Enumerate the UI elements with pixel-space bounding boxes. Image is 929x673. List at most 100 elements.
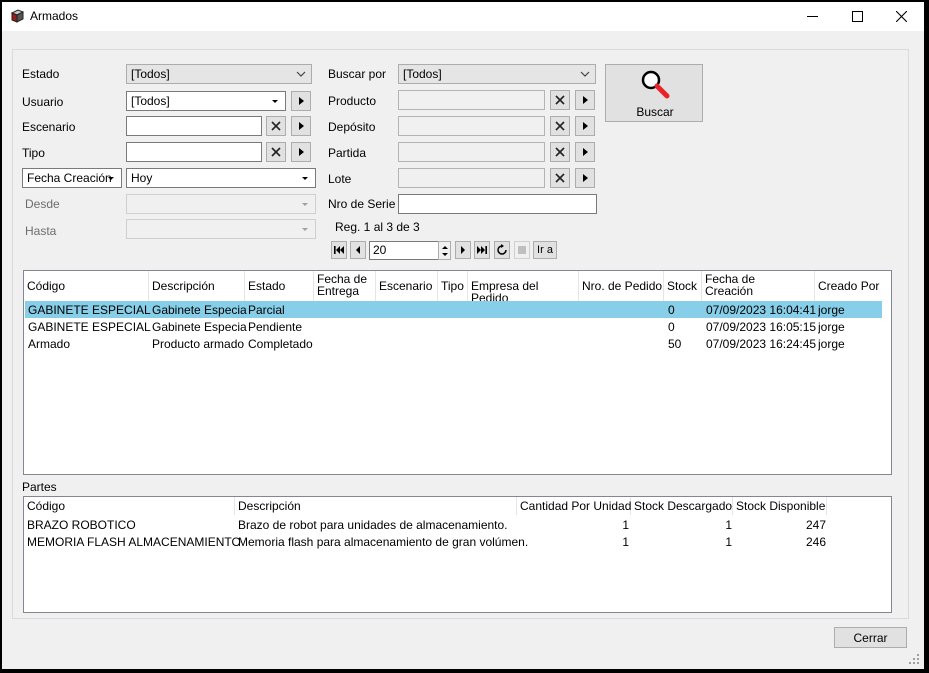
magnifier-icon — [641, 70, 670, 99]
nro-serie-input[interactable] — [398, 194, 597, 214]
cerrar-button[interactable]: Cerrar — [834, 627, 907, 648]
tipo-select-button[interactable] — [291, 142, 311, 162]
close-window-button[interactable] — [879, 2, 924, 31]
go-to-page-button[interactable]: Ir a — [533, 241, 557, 259]
clear-icon — [555, 147, 565, 157]
previous-icon — [356, 246, 360, 254]
list-item[interactable]: MEMORIA FLASH ALMACENAMIENTO Memoria fla… — [25, 533, 882, 550]
page-size-spinner[interactable] — [438, 241, 451, 260]
deposito-clear-button[interactable] — [550, 116, 570, 136]
partida-select-button[interactable] — [575, 142, 595, 162]
table-row[interactable]: GABINETE ESPECIAL Gabinete Especial Pend… — [25, 318, 882, 335]
armados-grid[interactable]: Código Descripción Estado Fecha de Entre… — [23, 270, 892, 475]
date-field-value: Fecha Creación — [27, 171, 112, 185]
lote-clear-button[interactable] — [550, 168, 570, 188]
dropdown-arrow-icon — [108, 177, 114, 180]
tipo-input[interactable] — [126, 142, 262, 162]
part-cantidad: 1 — [622, 518, 629, 532]
producto-input[interactable] — [398, 90, 545, 110]
buscar-por-select[interactable]: [Todos] — [398, 64, 596, 84]
escenario-input[interactable] — [126, 116, 262, 136]
resize-grip-icon[interactable] — [908, 653, 920, 665]
clear-icon — [555, 121, 565, 131]
estado-select[interactable]: [Todos] — [126, 64, 312, 84]
list-item[interactable]: BRAZO ROBOTICO Brazo de robot para unida… — [25, 516, 882, 533]
col-header-creado-por[interactable]: Creado Por — [815, 271, 891, 301]
producto-label: Producto — [328, 94, 377, 108]
cell-codigo: Armado — [28, 337, 71, 351]
window-title: Armados — [30, 9, 79, 23]
usuario-value: [Todos] — [131, 94, 170, 108]
cell-codigo: GABINETE ESPECIAL — [28, 303, 151, 317]
buscar-por-value: [Todos] — [403, 67, 442, 81]
partida-input[interactable] — [398, 142, 545, 162]
cell-descripcion: Producto armado — [152, 337, 245, 351]
usuario-select[interactable]: [Todos] — [126, 91, 286, 111]
date-range-value: Hoy — [131, 171, 153, 185]
deposito-select-button[interactable] — [575, 116, 595, 136]
buscar-por-label: Buscar por — [328, 67, 387, 81]
parts-col-header-descripcion[interactable]: Descripción — [235, 497, 517, 515]
col-header-nro-pedido[interactable]: Nro. de Pedido — [579, 271, 664, 301]
parts-col-header-cantidad[interactable]: Cantidad Por Unidad — [517, 497, 631, 515]
usuario-select-button[interactable] — [291, 91, 311, 111]
first-page-button[interactable] — [331, 241, 347, 259]
pager-status: Reg. 1 al 3 de 3 — [335, 220, 420, 234]
part-descripcion: Brazo de robot para unidades de almacena… — [238, 518, 508, 532]
dropdown-arrow-icon — [302, 203, 308, 206]
col-header-stock[interactable]: Stock — [664, 271, 702, 301]
minimize-button[interactable] — [790, 2, 835, 31]
title-bar[interactable]: Armados — [2, 2, 924, 31]
lote-input[interactable] — [398, 168, 545, 188]
col-header-codigo[interactable]: Código — [24, 271, 149, 301]
arrow-right-icon — [299, 97, 304, 105]
refresh-icon — [497, 244, 507, 255]
refresh-button[interactable] — [494, 241, 510, 259]
producto-clear-button[interactable] — [550, 90, 570, 110]
maximize-button[interactable] — [835, 2, 880, 31]
chevron-down-icon — [296, 71, 306, 77]
table-row[interactable]: Armado Producto armado Completado 50 07/… — [25, 335, 882, 352]
dropdown-arrow-icon — [272, 100, 278, 103]
col-header-escenario[interactable]: Escenario — [376, 271, 438, 301]
page-size-input[interactable]: 20 — [369, 241, 439, 260]
last-page-button[interactable] — [474, 241, 490, 259]
desde-date-picker[interactable] — [126, 194, 316, 214]
date-range-select[interactable]: Hoy — [126, 168, 316, 188]
cell-stock: 50 — [668, 337, 682, 351]
parts-col-header-disponible[interactable]: Stock Disponible — [733, 497, 827, 515]
estado-value: [Todos] — [131, 67, 170, 81]
stop-button[interactable] — [514, 241, 530, 259]
previous-page-button[interactable] — [350, 241, 366, 259]
parts-col-header-codigo[interactable]: Código — [24, 497, 235, 515]
armados-window: Armados Estado [Todos] Usuario [Todos] E… — [2, 2, 924, 669]
producto-select-button[interactable] — [575, 90, 595, 110]
cell-fecha-creacion: 07/09/2023 16:05:15 — [706, 320, 817, 334]
hasta-date-picker[interactable] — [126, 219, 316, 239]
table-row[interactable]: GABINETE ESPECIAL Gabinete Especial Parc… — [25, 301, 882, 318]
deposito-input[interactable] — [398, 116, 545, 136]
col-header-fecha-creacion[interactable]: Fecha de Creación — [702, 271, 815, 301]
chevron-down-icon — [580, 71, 590, 77]
cell-estado: Pendiente — [248, 320, 303, 334]
partes-label: Partes — [22, 480, 57, 494]
partes-grid[interactable]: Código Descripción Cantidad Por Unidad S… — [23, 496, 892, 613]
tipo-clear-button[interactable] — [266, 142, 286, 162]
escenario-clear-button[interactable] — [266, 116, 286, 136]
col-header-descripcion[interactable]: Descripción — [149, 271, 245, 301]
partida-clear-button[interactable] — [550, 142, 570, 162]
next-page-button[interactable] — [455, 241, 471, 259]
col-header-estado[interactable]: Estado — [245, 271, 314, 301]
col-header-fecha-entrega[interactable]: Fecha de Entrega — [314, 271, 376, 301]
cell-creado-por: jorge — [818, 320, 845, 334]
col-header-tipo[interactable]: Tipo — [438, 271, 468, 301]
search-button[interactable]: Buscar — [605, 64, 703, 122]
escenario-select-button[interactable] — [291, 116, 311, 136]
col-header-empresa-pedido[interactable]: Empresa del Pedido — [468, 271, 579, 304]
close-icon — [896, 11, 907, 22]
date-field-select[interactable]: Fecha Creación — [22, 168, 122, 188]
col-header-fecha-creacion-label: Fecha de Creación — [705, 272, 756, 298]
lote-select-button[interactable] — [575, 168, 595, 188]
parts-col-header-descargado[interactable]: Stock Descargado — [631, 497, 733, 515]
arrow-right-icon — [583, 122, 588, 130]
